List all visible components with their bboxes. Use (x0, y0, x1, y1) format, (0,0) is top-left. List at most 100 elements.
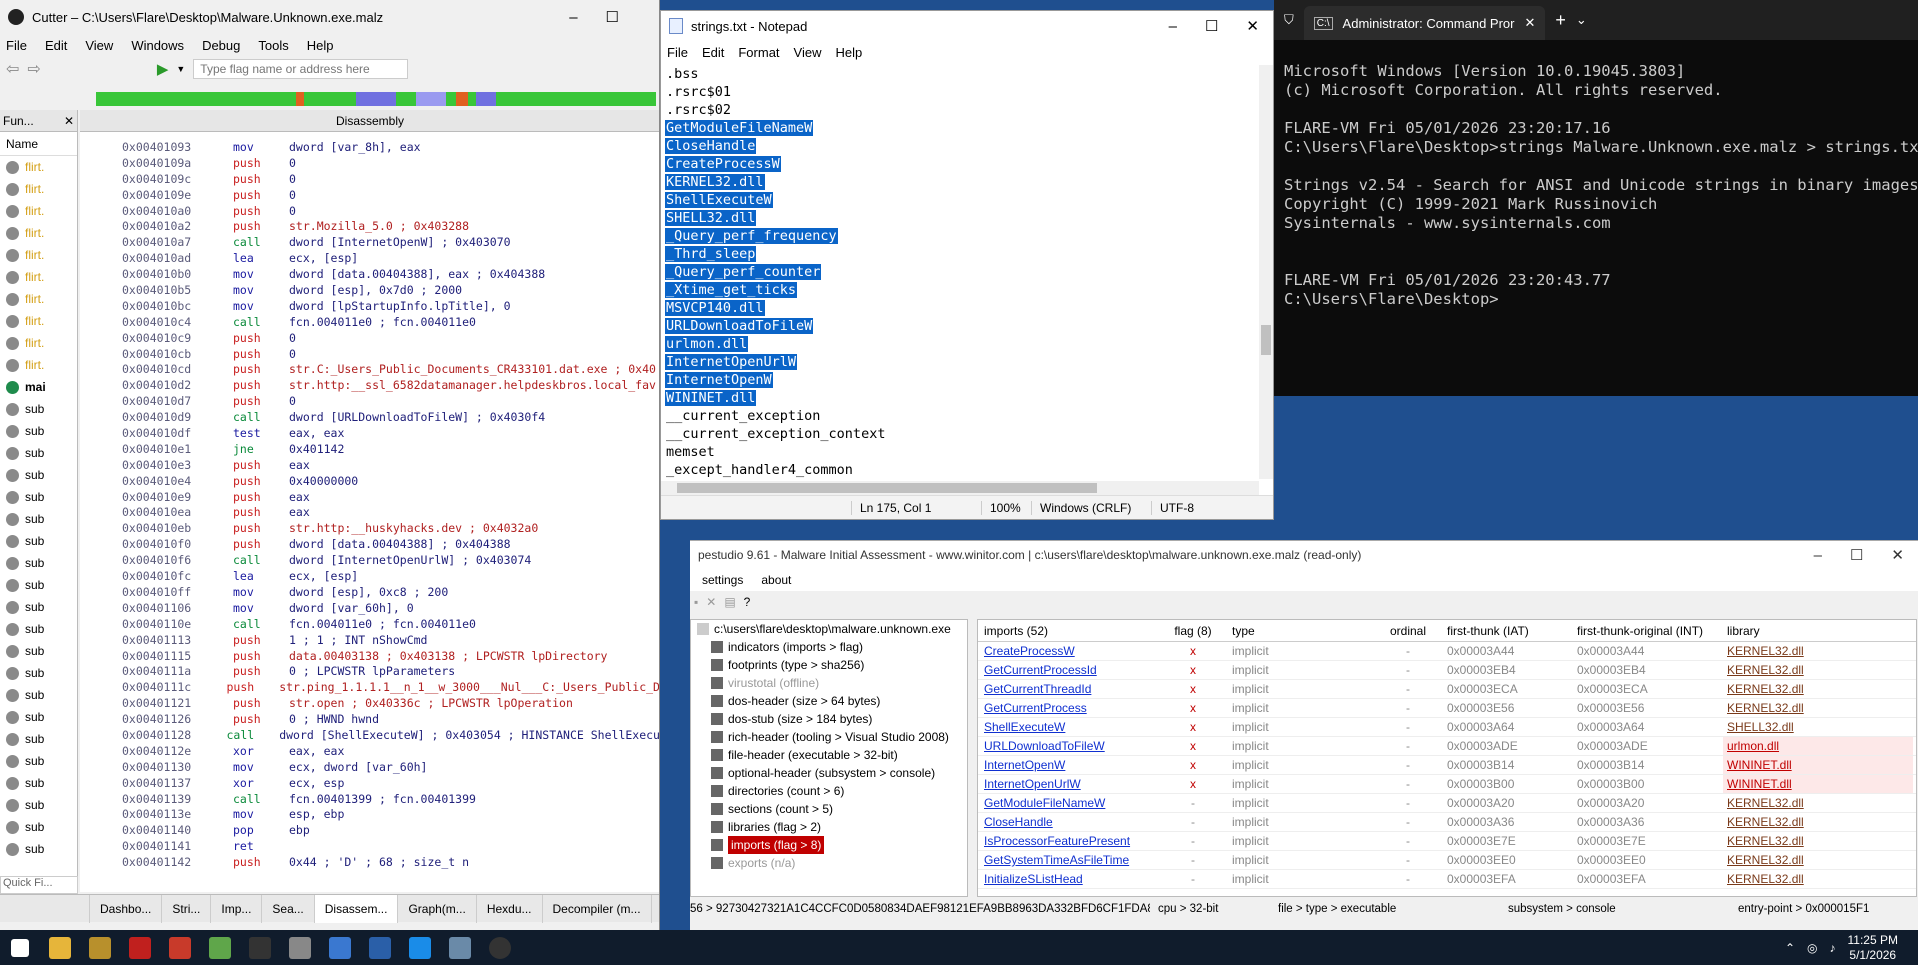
import-name[interactable]: GetCurrentThreadId (978, 680, 1158, 698)
table-row[interactable]: InternetOpenW x implicit - 0x00003B14 0x00003… (978, 756, 1916, 775)
menu-debug[interactable]: Debug (202, 38, 240, 53)
notepad-text-area[interactable]: .bss .rsrc$01 .rsrc$02 GetModuleFileNameW Cl… (661, 63, 1273, 479)
col-imports[interactable]: imports (52) (978, 620, 1158, 641)
function-item[interactable]: flirt. (0, 200, 77, 222)
chevron-down-icon[interactable]: ⌄ (1576, 12, 1587, 28)
maximize-icon[interactable]: ☐ (1850, 546, 1863, 564)
function-item[interactable]: sub (0, 552, 77, 574)
function-item[interactable]: sub (0, 464, 77, 486)
function-item[interactable]: sub (0, 508, 77, 530)
menu-format[interactable]: Format (738, 45, 779, 60)
disassembly-line[interactable]: 0x004010e3 push eax (80, 458, 659, 474)
clock[interactable]: 11:25 PM 5/1/2026 (1848, 933, 1898, 963)
vertical-scrollbar[interactable] (1259, 65, 1273, 479)
horizontal-scrollbar[interactable] (661, 481, 1259, 495)
import-name[interactable]: InitializeSListHead (978, 870, 1158, 888)
play-icon[interactable]: ▶ (157, 60, 169, 78)
import-library[interactable]: WININET.dll (1723, 775, 1913, 793)
tab-search[interactable]: Sea... (262, 894, 315, 923)
function-item[interactable]: sub (0, 728, 77, 750)
function-item[interactable]: sub (0, 574, 77, 596)
disassembly-line[interactable]: 0x00401141 ret (80, 839, 659, 855)
table-row[interactable]: GetModuleFileNameW - implicit - 0x00003A20 0x… (978, 794, 1916, 813)
menu-settings[interactable]: settings (702, 573, 743, 587)
back-arrow-icon[interactable]: ⇦ (6, 59, 19, 79)
tree-item[interactable]: c:\users\flare\desktop\malware.unknown.e… (697, 620, 967, 638)
tree-item[interactable]: optional-header (subsystem > console) (697, 764, 967, 782)
disassembly-line[interactable]: 0x004010f0 push dword [data.00404388] ; 0x… (80, 537, 659, 553)
function-item[interactable]: sub (0, 662, 77, 684)
tab-graph[interactable]: Graph(m... (398, 894, 477, 923)
taskbar-notepad[interactable] (200, 930, 240, 965)
save-icon[interactable]: ▪ (694, 595, 698, 609)
table-row[interactable]: ShellExecuteW x implicit - 0x00003A64 0x00003… (978, 718, 1916, 737)
function-item[interactable]: sub (0, 530, 77, 552)
function-item[interactable]: sub (0, 420, 77, 442)
import-library[interactable]: KERNEL32.dll (1723, 851, 1913, 869)
tree-item[interactable]: exports (n/a) (697, 854, 967, 872)
disassembly-line[interactable]: 0x00401130 mov ecx, dword [var_60h] (80, 760, 659, 776)
import-library[interactable]: KERNEL32.dll (1723, 642, 1913, 660)
taskbar-app-9[interactable] (360, 930, 400, 965)
disassembly-line[interactable]: 0x0040109c push 0 (80, 172, 659, 188)
disassembly-line[interactable]: 0x0040112e xor eax, eax (80, 744, 659, 760)
table-row[interactable]: InitializeSListHead - implicit - 0x00003EFA 0… (978, 870, 1916, 889)
tab-hexdump[interactable]: Hexdu... (477, 894, 543, 923)
menu-windows[interactable]: Windows (131, 38, 184, 53)
tab-decompiler[interactable]: Decompiler (m... (543, 894, 652, 923)
terminal-tab[interactable]: C:\ Administrator: Command Pror ✕ (1303, 6, 1546, 40)
disassembly-line[interactable]: 0x004010fc lea ecx, [esp] (80, 569, 659, 585)
menu-view[interactable]: View (85, 38, 113, 53)
close-tab-icon[interactable]: ✕ (1525, 15, 1536, 31)
taskbar-app-2[interactable] (80, 930, 120, 965)
import-name[interactable]: IsProcessorFeaturePresent (978, 832, 1158, 850)
disassembly-line[interactable]: 0x00401140 pop ebp (80, 823, 659, 839)
table-row[interactable]: CloseHandle - implicit - 0x00003A36 0x00003A3… (978, 813, 1916, 832)
speaker-icon[interactable]: ♪ (1830, 941, 1836, 955)
function-item[interactable]: sub (0, 442, 77, 464)
function-item[interactable]: flirt. (0, 222, 77, 244)
function-item[interactable]: flirt. (0, 332, 77, 354)
disassembly-line[interactable]: 0x004010c9 push 0 (80, 331, 659, 347)
function-item[interactable]: flirt. (0, 310, 77, 332)
table-row[interactable]: GetCurrentThreadId x implicit - 0x00003ECA 0x… (978, 680, 1916, 699)
function-item[interactable]: sub (0, 838, 77, 860)
tree-item[interactable]: rich-header (tooling > Visual Studio 200… (697, 728, 967, 746)
menu-file[interactable]: File (6, 38, 27, 53)
menu-view[interactable]: View (794, 45, 822, 60)
import-library[interactable]: KERNEL32.dll (1723, 661, 1913, 679)
table-row[interactable]: GetCurrentProcess x implicit - 0x00003E56 0x0… (978, 699, 1916, 718)
function-item[interactable]: sub (0, 772, 77, 794)
function-item[interactable]: mai (0, 376, 77, 398)
disassembly-line[interactable]: 0x00401126 push 0 ; HWND hwnd (80, 712, 659, 728)
disassembly-line[interactable]: 0x004010f6 call dword [InternetOpenUrlW] ;… (80, 553, 659, 569)
function-item[interactable]: sub (0, 684, 77, 706)
menu-help[interactable]: Help (835, 45, 862, 60)
table-row[interactable]: IsProcessorFeaturePresent - implicit - 0x000… (978, 832, 1916, 851)
disassembly-line[interactable]: 0x004010df test eax, eax (80, 426, 659, 442)
tree-item[interactable]: sections (count > 5) (697, 800, 967, 818)
function-item[interactable]: sub (0, 596, 77, 618)
tree-item[interactable]: file-header (executable > 32-bit) (697, 746, 967, 764)
tab-imports[interactable]: Imp... (211, 894, 263, 923)
taskbar-app-8[interactable] (320, 930, 360, 965)
disassembly-line[interactable]: 0x004010eb push str.http:__huskyhacks.dev … (80, 521, 659, 537)
taskbar-terminal[interactable] (240, 930, 280, 965)
disassembly-line[interactable]: 0x004010a0 push 0 (80, 204, 659, 220)
function-item[interactable]: sub (0, 486, 77, 508)
col-int[interactable]: first-thunk-original (INT) (1573, 620, 1723, 641)
function-item[interactable]: flirt. (0, 178, 77, 200)
import-library[interactable]: SHELL32.dll (1723, 718, 1913, 736)
disassembly-line[interactable]: 0x0040111c push str.ping_1.1.1.1__n_1__w_3… (80, 680, 659, 696)
function-item[interactable]: sub (0, 794, 77, 816)
tree-item[interactable]: footprints (type > sha256) (697, 656, 967, 674)
disassembly-line[interactable]: 0x00401106 mov dword [var_60h], 0 (80, 601, 659, 617)
tab-strings[interactable]: Stri... (162, 894, 212, 923)
function-item[interactable]: flirt. (0, 244, 77, 266)
table-row[interactable]: GetSystemTimeAsFileTime - implicit - 0x00003… (978, 851, 1916, 870)
import-library[interactable]: urlmon.dll (1723, 737, 1913, 755)
close-icon[interactable]: ✕ (64, 114, 74, 128)
disassembly-line[interactable]: 0x00401142 push 0x44 ; 'D' ; 68 ; size_t n (80, 855, 659, 871)
disassembly-line[interactable]: 0x004010d7 push 0 (80, 394, 659, 410)
close-icon[interactable]: ✕ (1246, 17, 1259, 35)
